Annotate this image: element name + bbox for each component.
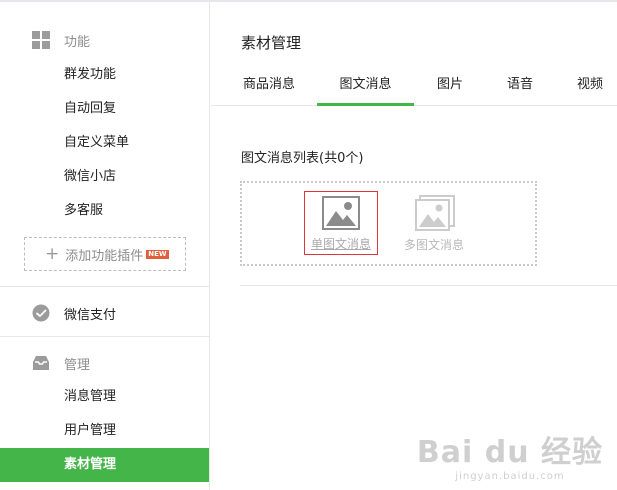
watermark: Bai du 经验 jingyan.baidu.com <box>417 427 603 482</box>
tab-rich-message[interactable]: 图文消息 <box>317 66 414 106</box>
sidebar-item-custom-menu[interactable]: 自定义菜单 <box>0 126 209 160</box>
add-plugin-label: 添加功能插件 <box>65 248 144 264</box>
page-title: 素材管理 <box>241 34 302 52</box>
multi-image-icon <box>415 195 455 231</box>
sidebar: 功能 群发功能 自动回复 自定义菜单 微信小店 多客服 + 添加功能插件 NEW… <box>0 2 210 490</box>
create-message-box: 单图文消息 多图文消息 <box>240 181 537 266</box>
plus-icon: + <box>45 243 60 264</box>
sidebar-section-label: 管理 <box>64 357 91 373</box>
sidebar-section-manage-head[interactable]: 管理 <box>0 342 209 384</box>
list-title: 图文消息列表(共0个) <box>241 151 364 166</box>
inbox-icon <box>32 354 50 372</box>
sidebar-item-wechat-pay[interactable]: 微信支付 <box>0 292 209 334</box>
tab-bar: 商品消息 图文消息 图片 语音 视频 <box>211 66 617 106</box>
sidebar-item-message-management[interactable]: 消息管理 <box>0 380 209 414</box>
grid-icon <box>32 31 50 49</box>
tab-video[interactable]: 视频 <box>574 66 606 106</box>
single-rich-message-label: 单图文消息 <box>310 237 371 251</box>
sidebar-item-auto-reply[interactable]: 自动回复 <box>0 92 209 126</box>
tab-image[interactable]: 图片 <box>435 66 465 106</box>
add-plugin-button[interactable]: + 添加功能插件 NEW <box>24 237 186 271</box>
sidebar-item-material-management[interactable]: 素材管理 <box>0 448 209 482</box>
sidebar-item-wechat-store[interactable]: 微信小店 <box>0 160 209 194</box>
multi-rich-message-button[interactable]: 多图文消息 <box>397 191 471 255</box>
main-panel: 素材管理 商品消息 图文消息 图片 语音 视频 图文消息列表(共0个) 单图文消… <box>211 2 617 490</box>
sidebar-item-mass-send[interactable]: 群发功能 <box>0 58 209 92</box>
wechat-pay-icon <box>32 304 50 322</box>
sidebar-section-label: 功能 <box>64 34 91 50</box>
single-rich-message-button[interactable]: 单图文消息 <box>304 191 378 255</box>
watermark-logo: Bai du 经验 <box>416 435 603 470</box>
sidebar-section-function: 功能 群发功能 自动回复 自定义菜单 微信小店 多客服 <box>0 2 209 218</box>
tab-voice[interactable]: 语音 <box>505 66 535 106</box>
new-badge: NEW <box>146 249 169 259</box>
tab-product-message[interactable]: 商品消息 <box>241 66 297 106</box>
sidebar-divider <box>0 336 209 337</box>
multi-rich-message-label: 多图文消息 <box>403 238 464 252</box>
single-image-icon <box>322 196 360 230</box>
content-divider <box>240 285 617 286</box>
watermark-url: jingyan.baidu.com <box>455 471 565 482</box>
sidebar-divider <box>0 286 209 287</box>
sidebar-item-user-management[interactable]: 用户管理 <box>0 414 209 448</box>
sidebar-item-customer-service[interactable]: 多客服 <box>0 194 209 228</box>
sidebar-item-label: 微信支付 <box>64 307 117 323</box>
